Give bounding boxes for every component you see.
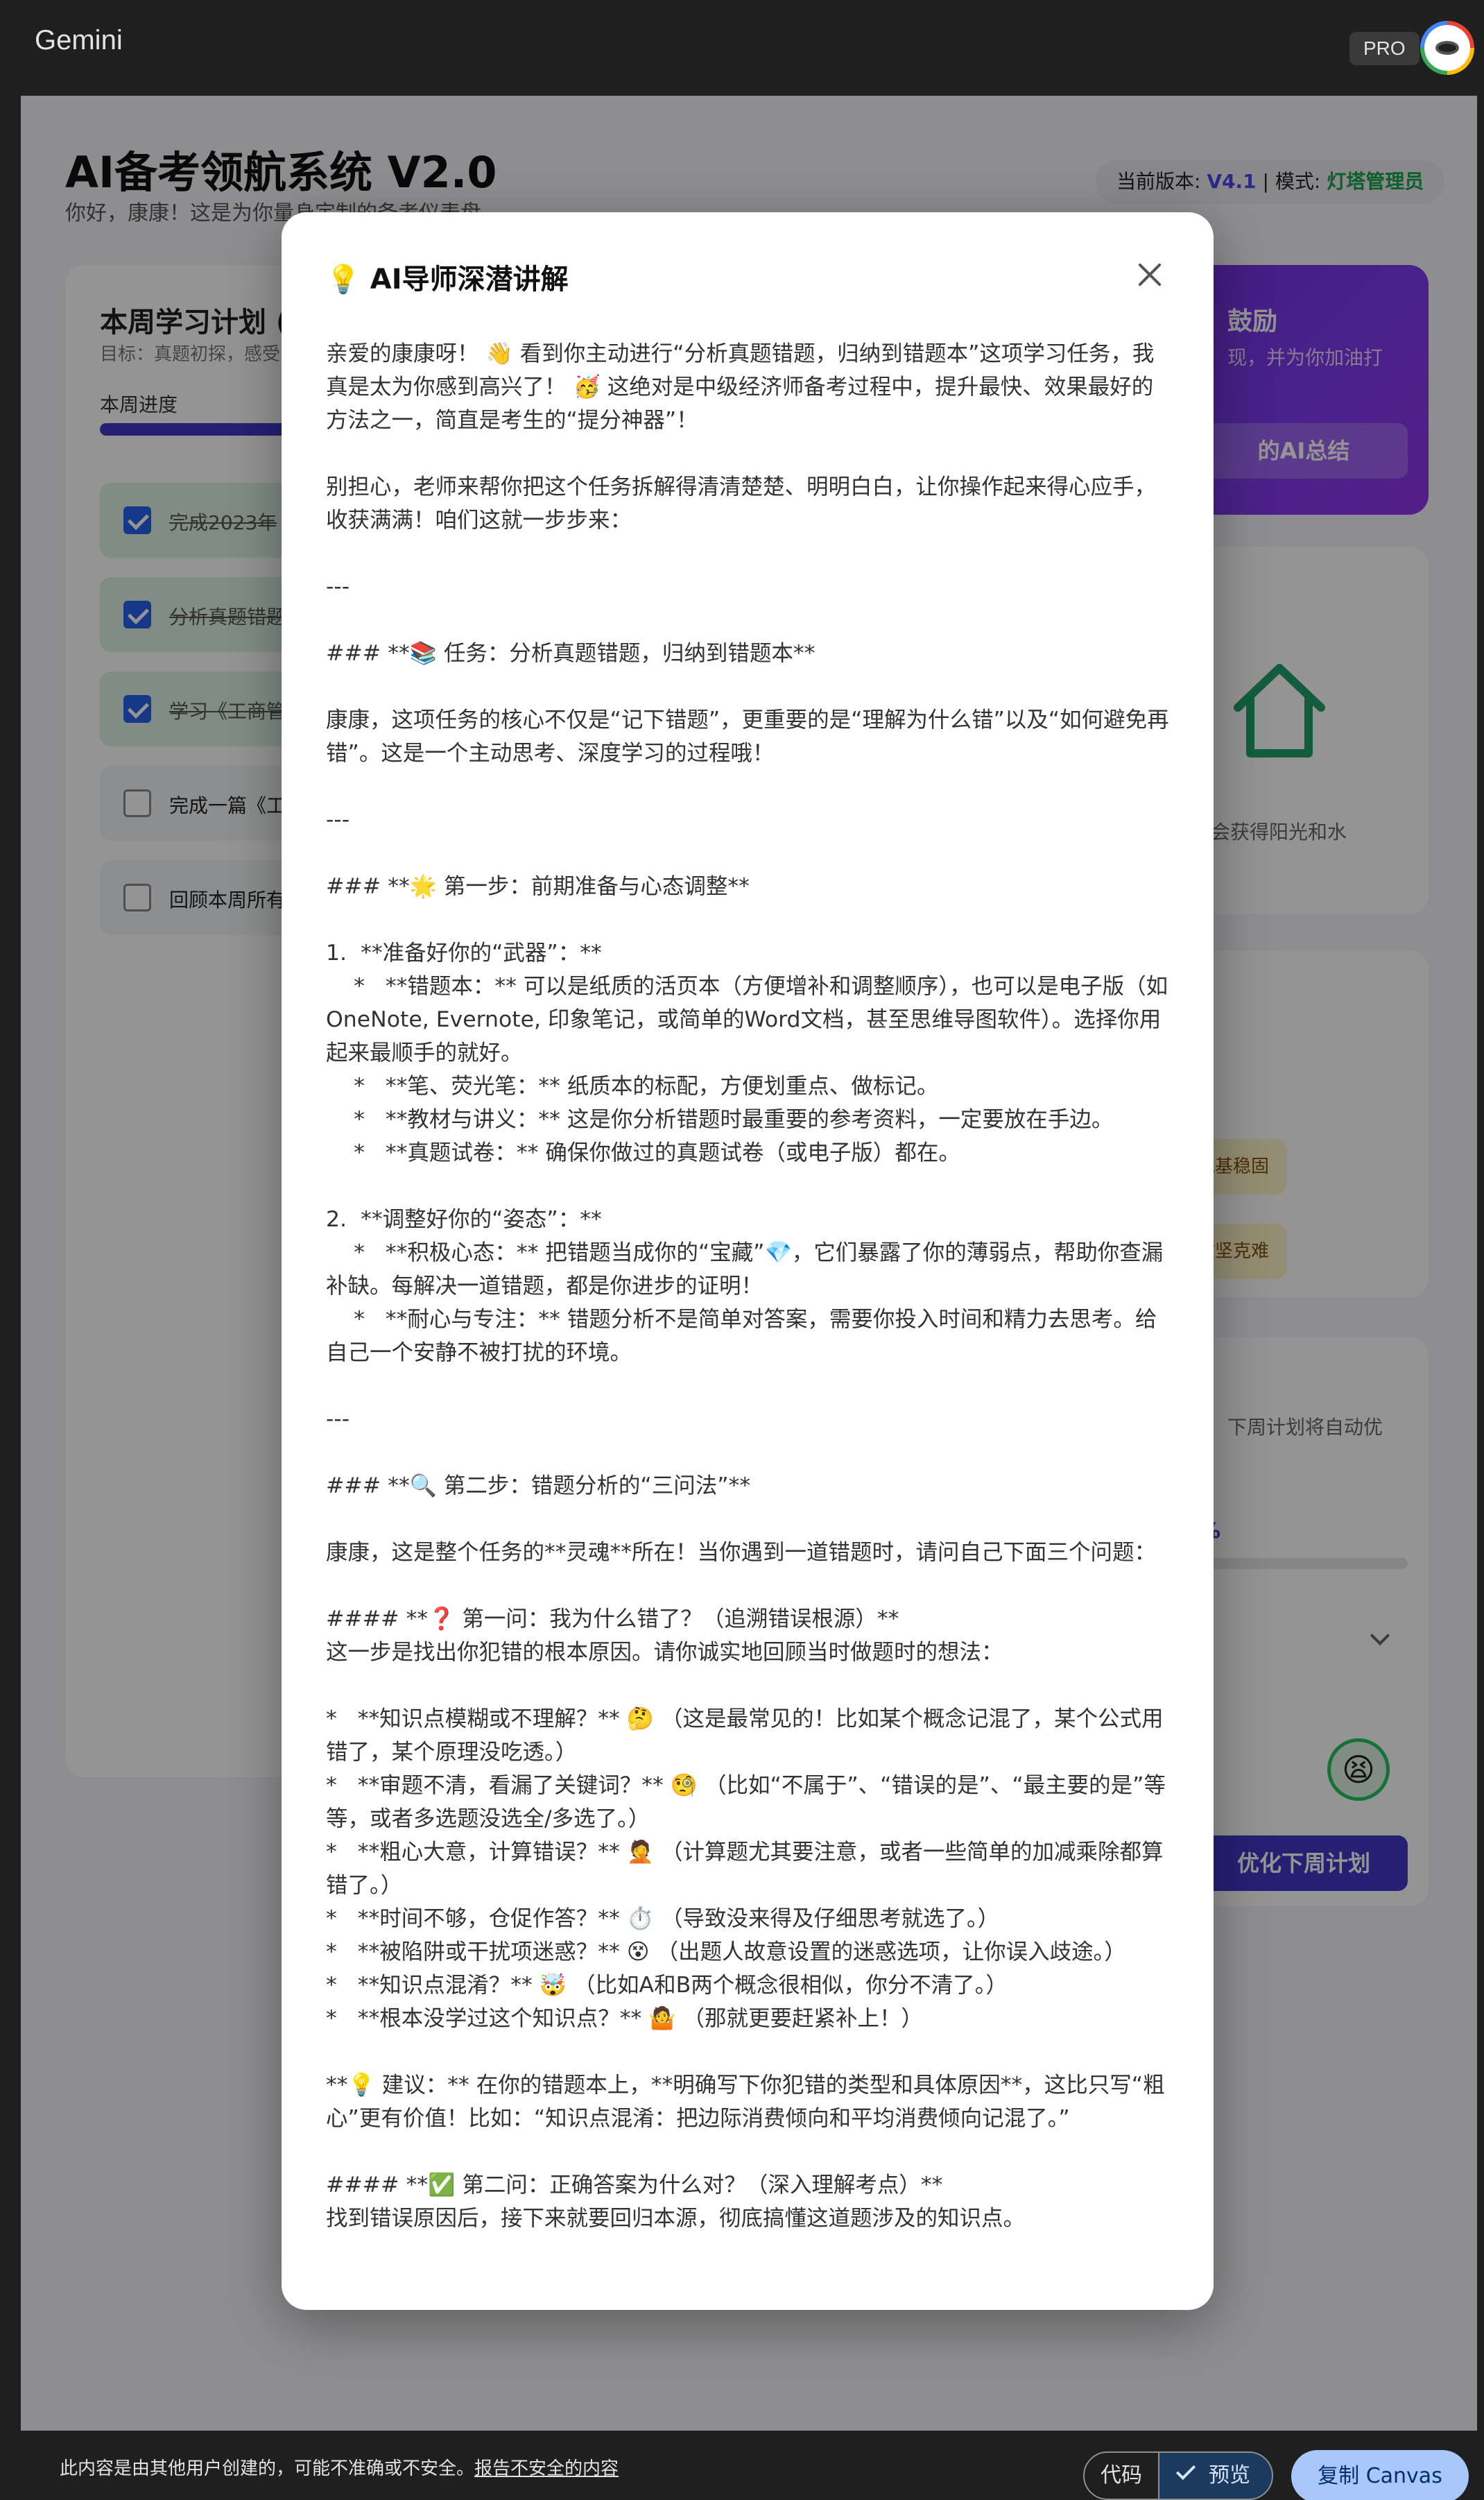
report-unsafe-link[interactable]: 报告不安全的内容 [474, 2458, 619, 2479]
preview-toggle-button[interactable]: 预览 [1158, 2451, 1273, 2500]
close-icon[interactable] [1134, 259, 1165, 290]
modal-paragraph [326, 1502, 1173, 1536]
copy-canvas-button[interactable]: 复制 Canvas [1291, 2450, 1469, 2500]
modal-paragraph: * **教材与讲义：** 这是你分析错题时最重要的参考资料，一定要放在手边。 [326, 1107, 1114, 1132]
modal-paragraph [326, 1436, 1173, 1469]
modal-paragraph: 别担心，老师来帮你把这个任务拆解得清清楚楚、明明白白，让你操作起来得心应手，收获… [326, 474, 1157, 533]
modal-paragraph: ### **🌟 第一步：前期准备与心态调整** [326, 874, 750, 899]
modal-paragraph: * **粗心大意，计算错误？** 🤦 （计算题尤其要注意，或者一些简单的加减乘除… [326, 1840, 1164, 1898]
modal-body: 亲爱的康康呀！ 👋 看到你主动进行“分析真题错题，归纳到错题本”这项学习任务，我… [326, 337, 1173, 2235]
modal-paragraph [326, 670, 1173, 703]
modal-paragraph: * **知识点混淆？** 🤯 （比如A和B两个概念很相似，你分不清了。） [326, 1973, 1008, 1998]
modal-paragraph [326, 1369, 1173, 1403]
disclaimer-text: 此内容是由其他用户创建的，可能不准确或不安全。 [60, 2458, 475, 2479]
modal-paragraph: ### **🔍 第二步：错题分析的“三问法”** [326, 1473, 751, 1498]
modal-paragraph: * **知识点模糊或不理解？** 🤔 （这是最常见的！比如某个概念记混了，某个公… [326, 1706, 1164, 1765]
modal-paragraph: ### **📚 任务：分析真题错题，归纳到错题本** [326, 641, 816, 666]
modal-paragraph: * **时间不够，仓促作答？** ⏱️ （导致没来得及仔细思考就选了。） [326, 1906, 1000, 1931]
modal-paragraph: * **真题试卷：** 确保你做过的真题试卷（或电子版）都在。 [326, 1140, 960, 1165]
modal-paragraph [326, 437, 1173, 470]
modal-paragraph [326, 903, 1173, 936]
modal-paragraph [326, 2135, 1173, 2168]
modal-paragraph: 康康，这是整个任务的**灵魂**所在！当你遇到一道错题时，请问自己下面三个问题： [326, 1540, 1157, 1565]
modal-paragraph: --- [326, 807, 350, 832]
modal-paragraph [326, 770, 1173, 803]
modal-paragraph: 1. **准备好你的“武器”：** [326, 941, 602, 966]
modal-paragraph: * **错题本：** 可以是纸质的活页本（方便增补和调整顺序），也可以是电子版（… [326, 974, 1168, 1065]
modal-paragraph: 亲爱的康康呀！ 👋 看到你主动进行“分析真题错题，归纳到错题本”这项学习任务，我… [326, 341, 1155, 433]
ai-tutor-modal: 💡 AI导师深潜讲解 亲爱的康康呀！ 👋 看到你主动进行“分析真题错题，归纳到错… [282, 212, 1214, 2310]
checkmark-icon [1175, 2460, 1196, 2481]
modal-paragraph: 找到错误原因后，接下来就要回归本源，彻底搞懂这道题涉及的知识点。 [326, 2206, 1026, 2231]
modal-paragraph: * **耐心与专注：** 错题分析不是简单对答案，需要你投入时间和精力去思考。给… [326, 1307, 1157, 1365]
top-bar: Gemini PRO [0, 0, 1484, 96]
modal-title: 💡 AI导师深潜讲解 [326, 264, 569, 296]
modal-paragraph: --- [326, 1407, 350, 1432]
modal-paragraph [326, 603, 1173, 637]
modal-paragraph [326, 1669, 1173, 1702]
modal-paragraph: **💡 建议：** 在你的错题本上，**明确写下你犯错的类型和具体原因**，这比… [326, 2073, 1165, 2131]
modal-paragraph: 这一步是找出你犯错的根本原因。请你诚实地回顾当时做题时的想法： [326, 1640, 1003, 1665]
modal-paragraph: 康康，这项任务的核心不仅是“记下错题”，更重要的是“理解为什么错”以及“如何避免… [326, 708, 1169, 766]
modal-paragraph: --- [326, 574, 350, 599]
modal-paragraph: * **被陷阱或干扰项迷惑？** 😵 （出题人故意设置的迷惑选项，让你误入歧途。… [326, 1940, 1126, 1964]
modal-paragraph: * **审题不清，看漏了关键词？** 🧐 （比如“不属于”、“错误的是”、“最主… [326, 1773, 1166, 1831]
disclaimer: 此内容是由其他用户创建的，可能不准确或不安全。报告不安全的内容 [60, 2454, 619, 2480]
modal-paragraph [326, 2035, 1173, 2069]
pro-badge: PRO [1349, 32, 1420, 65]
modal-paragraph: #### **✅ 第二问：正确答案为什么对？（深入理解考点）** [326, 2173, 943, 2198]
modal-paragraph: * **笔、荧光笔：** 纸质本的标配，方便划重点、做标记。 [326, 1074, 939, 1099]
modal-paragraph [326, 837, 1173, 870]
code-toggle-button[interactable]: 代码 [1083, 2451, 1159, 2500]
modal-paragraph [326, 1170, 1173, 1203]
modal-paragraph [326, 1569, 1173, 1602]
modal-paragraph: * **积极心态：** 把错题当成你的“宝藏”💎，它们暴露了你的薄弱点，帮助你查… [326, 1240, 1164, 1299]
gemini-logo[interactable]: Gemini [35, 25, 123, 56]
modal-paragraph: 2. **调整好你的“姿态”：** [326, 1207, 602, 1232]
preview-label: 预览 [1209, 2463, 1250, 2488]
modal-paragraph [326, 537, 1173, 570]
account-avatar[interactable] [1420, 21, 1474, 75]
modal-paragraph: #### **❓ 第一问：我为什么错了？（追溯错误根源）** [326, 1607, 899, 1632]
avatar-eye-icon [1424, 25, 1470, 71]
modal-paragraph: * **根本没学过这个知识点？** 🤷 （那就更要赶紧补上！） [326, 2006, 924, 2031]
